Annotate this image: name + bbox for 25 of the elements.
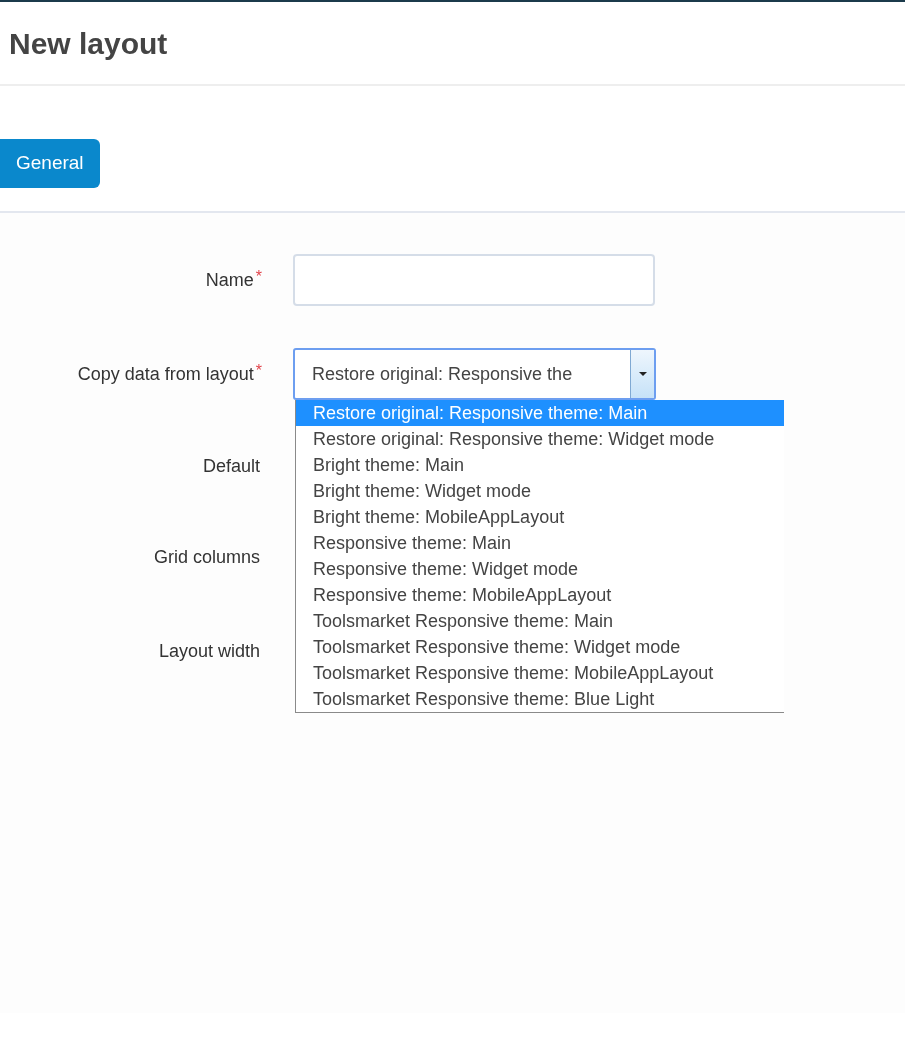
- required-mark: *: [255, 360, 262, 381]
- field-label: Grid columns: [153, 545, 260, 569]
- dropdown-option[interactable]: Toolsmarket Responsive theme: Widget mode: [296, 634, 784, 660]
- dropdown-button[interactable]: [630, 350, 654, 398]
- select-value: Restore original: Responsive the: [312, 362, 574, 386]
- page-title: New layout: [8, 25, 168, 62]
- field-label: Name: [205, 268, 254, 292]
- dropdown-option[interactable]: Toolsmarket Responsive theme: Blue Light: [296, 686, 784, 712]
- dropdown-option[interactable]: Bright theme: Main: [296, 452, 784, 478]
- layout-select[interactable]: Restore original: Responsive the: [293, 348, 656, 400]
- caret-icon: [638, 372, 647, 376]
- dropdown-option[interactable]: Responsive theme: Main: [296, 530, 784, 556]
- required-mark: *: [255, 266, 262, 287]
- dropdown-option[interactable]: Toolsmarket Responsive theme: MobileAppLayout: [296, 660, 784, 686]
- dropdown-option[interactable]: Bright theme: Widget mode: [296, 478, 784, 504]
- dropdown-option[interactable]: Responsive theme: Widget mode: [296, 556, 784, 582]
- dropdown-option[interactable]: Restore original: Responsive theme: Widget mode: [296, 426, 784, 452]
- tab[interactable]: General: [0, 139, 100, 188]
- field-label: Layout width: [158, 639, 260, 663]
- dropdown-option[interactable]: Responsive theme: MobileAppLayout: [296, 582, 784, 608]
- field-label: Copy data from layout: [77, 362, 254, 386]
- dropdown-option[interactable]: Bright theme: MobileAppLayout: [296, 504, 784, 530]
- name-field[interactable]: [293, 254, 655, 306]
- field-label: Default: [202, 454, 260, 478]
- dropdown-option[interactable]: Toolsmarket Responsive theme: Main: [296, 608, 784, 634]
